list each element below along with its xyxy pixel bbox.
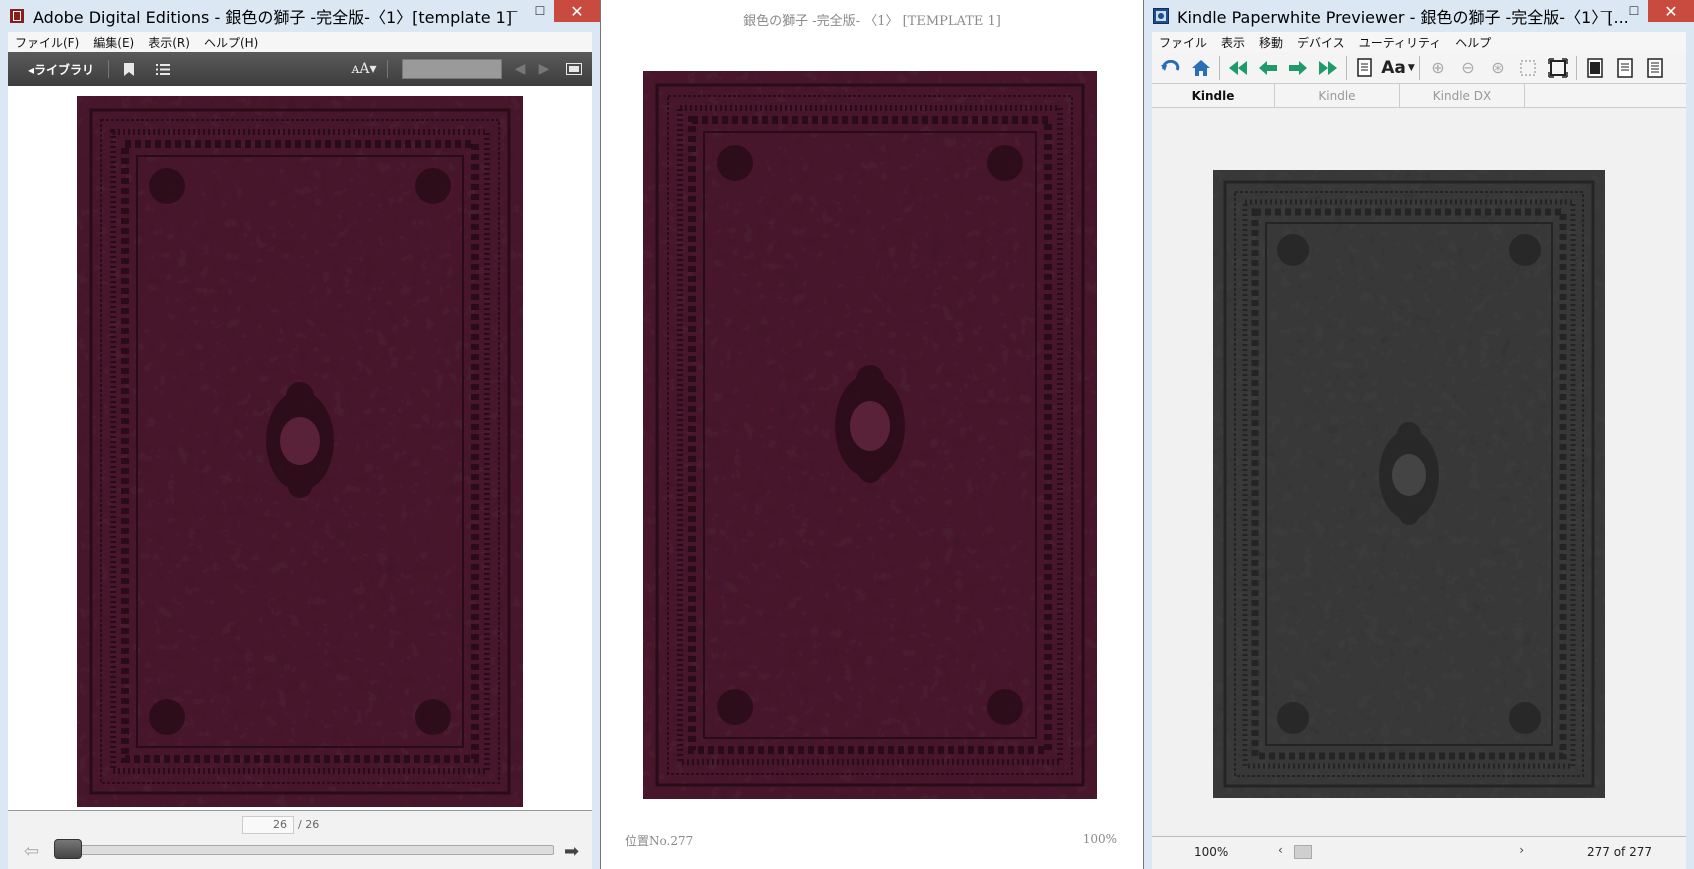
kindle-preview-pane[interactable] (1152, 108, 1686, 836)
toc-document-icon[interactable] (1350, 54, 1380, 82)
menu-file[interactable]: ファイル (1152, 34, 1214, 51)
prev-result-icon[interactable]: ◀ (508, 57, 532, 81)
ade-window: Adobe Digital Editions - 銀色の獅子 -完全版-〈1〉[… (0, 0, 600, 869)
maximize-button[interactable]: ☐ (526, 0, 554, 22)
zoom-in-icon[interactable]: ⊕ (1423, 54, 1453, 82)
menu-file[interactable]: ファイル(F) (8, 34, 86, 51)
fit-page-icon[interactable] (1513, 54, 1543, 82)
font-settings-button[interactable]: Aa ▼ (1380, 54, 1416, 82)
library-button[interactable]: ◂ライブラリ (28, 61, 94, 78)
book-cover-image (643, 71, 1097, 799)
kindle-status-bar: 100% ‹ › 277 of 277 (1152, 836, 1686, 869)
zoom-percentage: 100% (1082, 832, 1117, 846)
toolbar-divider (1219, 55, 1220, 80)
kindle-menubar: ファイル 表示 移動 デバイス ユーティリティ ヘルプ (1152, 32, 1686, 52)
device-tabs: Kindle Paperwhite Kindle Kindle DX (1152, 84, 1686, 127)
ade-reading-pane[interactable] (8, 86, 592, 810)
book-running-header: 銀色の獅子 -完全版- 〈1〉 [TEMPLATE 1] (743, 14, 1001, 29)
last-page-icon[interactable] (1313, 54, 1343, 82)
ade-app-icon (9, 8, 25, 24)
tab-kindle-paperwhite[interactable]: Kindle Paperwhite (1152, 84, 1275, 127)
minimize-button[interactable]: — (1592, 0, 1620, 22)
toolbar-divider (387, 60, 388, 78)
ade-menubar: ファイル(F) 編集(E) 表示(R) ヘルプ(H) (8, 32, 592, 52)
menu-help[interactable]: ヘルプ(H) (197, 34, 265, 51)
menu-go[interactable]: 移動 (1252, 34, 1290, 51)
page-position: 277 of 277 (1586, 845, 1652, 859)
scroll-left-icon[interactable]: ‹ (1278, 843, 1283, 857)
toc-list-icon[interactable] (151, 57, 175, 81)
back-icon[interactable] (1156, 54, 1186, 82)
reader-window: 銀色の獅子 -完全版- 〈1〉 [TEMPLATE 1] 位置No.277 10… (600, 0, 1144, 869)
text-view-icon[interactable] (1640, 54, 1670, 82)
ade-titlebar[interactable]: Adobe Digital Editions - 銀色の獅子 -完全版-〈1〉[… (0, 0, 600, 32)
ade-footer: 26 / 26 ⇦ ➡ (8, 810, 592, 869)
search-input[interactable] (402, 59, 502, 79)
page-view-icon[interactable] (1610, 54, 1640, 82)
toolbar-divider (1419, 55, 1420, 80)
fullscreen-icon[interactable] (1543, 54, 1573, 82)
bookmark-icon[interactable] (117, 57, 141, 81)
zoom-level[interactable]: 100% (1194, 845, 1228, 859)
page-number-field[interactable]: 26 (242, 816, 294, 834)
close-button[interactable]: ✕ (1648, 0, 1694, 22)
next-page-arrow-icon[interactable]: ➡ (564, 841, 579, 862)
menu-view[interactable]: 表示 (1214, 34, 1252, 51)
menu-view[interactable]: 表示(R) (141, 34, 197, 51)
horizontal-scrollbar[interactable]: ‹ › (1276, 843, 1526, 859)
page-slider-thumb[interactable] (54, 839, 82, 859)
zoom-out-icon[interactable]: ⊖ (1453, 54, 1483, 82)
menu-edit[interactable]: 編集(E) (86, 34, 141, 51)
tab-kindle-dx[interactable]: Kindle DX (1400, 84, 1525, 107)
menu-help[interactable]: ヘルプ (1448, 34, 1498, 51)
close-button[interactable]: ✕ (554, 0, 600, 22)
book-cover-image-grayscale (1213, 170, 1605, 798)
kindle-app-icon (1153, 8, 1169, 24)
ade-toolbar: ◂ライブラリ ᴀA▾ ◀ ▶ (8, 52, 592, 86)
home-icon[interactable] (1186, 54, 1216, 82)
maximize-button[interactable]: ☐ (1620, 0, 1648, 22)
next-result-icon[interactable]: ▶ (532, 57, 556, 81)
next-page-icon[interactable] (1283, 54, 1313, 82)
menu-device[interactable]: デバイス (1290, 34, 1352, 51)
first-page-icon[interactable] (1223, 54, 1253, 82)
zoom-fit-icon[interactable]: ⊛ (1483, 54, 1513, 82)
tab-kindle[interactable]: Kindle (1275, 84, 1400, 107)
toolbar-divider (1346, 55, 1347, 80)
kindle-titlebar[interactable]: Kindle Paperwhite Previewer - 銀色の獅子 -完全版… (1144, 0, 1694, 32)
toolbar-divider (108, 60, 110, 78)
font-size-icon[interactable]: ᴀA▾ (349, 57, 379, 81)
prev-page-arrow-icon[interactable]: ⇦ (24, 841, 39, 862)
kindle-previewer-window: Kindle Paperwhite Previewer - 銀色の獅子 -完全版… (1144, 0, 1694, 869)
scrollbar-thumb[interactable] (1294, 845, 1312, 859)
menu-utility[interactable]: ユーティリティ (1352, 34, 1449, 51)
page-slider-track[interactable] (58, 845, 554, 855)
page-total: / 26 (298, 818, 320, 831)
prev-page-icon[interactable] (1253, 54, 1283, 82)
toolbar-divider (1576, 55, 1577, 80)
book-cover-image (77, 96, 523, 807)
scroll-right-icon[interactable]: › (1519, 843, 1524, 857)
portrait-icon[interactable] (1580, 54, 1610, 82)
minimize-button[interactable]: — (498, 0, 526, 22)
font-button-label: Aa (1381, 57, 1406, 78)
location-number: 位置No.277 (625, 834, 694, 848)
fullscreen-icon[interactable] (562, 57, 586, 81)
kindle-toolbar: Aa ▼ ⊕ ⊖ ⊛ (1152, 52, 1686, 84)
